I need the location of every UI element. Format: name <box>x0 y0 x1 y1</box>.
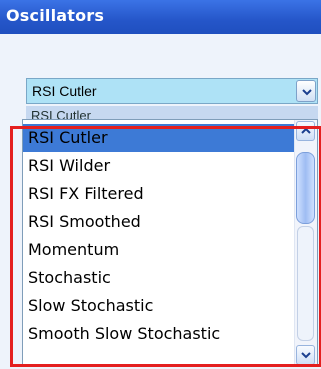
list-scrollbar[interactable] <box>294 120 317 366</box>
oscillator-combobox[interactable]: RSI Cutler <box>26 78 318 104</box>
combobox-dropdown-button[interactable] <box>296 80 316 102</box>
list-item-rsi-wilder[interactable]: RSI Wilder <box>23 152 295 180</box>
combobox-ghost-row: RSI Cutler <box>26 106 318 120</box>
list-item-momentum[interactable]: Momentum <box>23 236 295 264</box>
scroll-up-button[interactable] <box>296 121 315 141</box>
chevron-down-icon <box>301 352 311 359</box>
chevron-up-icon <box>301 127 311 134</box>
list-item-rsi-fx-filtered[interactable]: RSI FX Filtered <box>23 180 295 208</box>
scrollbar-track[interactable] <box>297 226 314 341</box>
scroll-down-button[interactable] <box>296 345 315 365</box>
list-item-rsi-cutler[interactable]: RSI Cutler <box>23 124 295 152</box>
combobox-value: RSI Cutler <box>32 83 97 99</box>
list-item-slow-stochastic[interactable]: Slow Stochastic <box>23 292 295 320</box>
title-bar: Oscillators <box>0 0 321 34</box>
scrollbar-thumb[interactable] <box>296 152 315 224</box>
list-item-smooth-slow-stochastic[interactable]: Smooth Slow Stochastic <box>23 320 295 348</box>
chevron-down-icon <box>302 89 312 96</box>
oscillator-dropdown-list[interactable]: RSI Cutler RSI Wilder RSI FX Filtered RS… <box>22 119 318 367</box>
list-item-stochastic[interactable]: Stochastic <box>23 264 295 292</box>
window-title: Oscillators <box>6 6 105 25</box>
list-item-rsi-smoothed[interactable]: RSI Smoothed <box>23 208 295 236</box>
